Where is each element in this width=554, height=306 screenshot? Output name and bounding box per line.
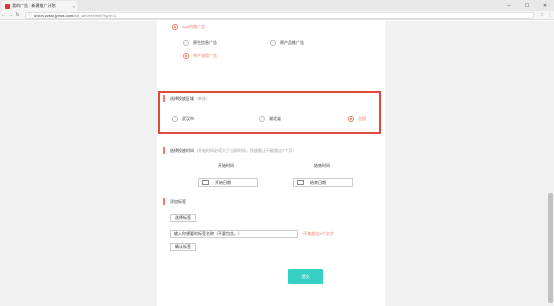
radio-icon xyxy=(270,40,276,46)
scrollbar-thumb[interactable] xyxy=(548,193,553,303)
schedule-section-title: 选择投放时间（开始时间必须大于当前时间，投放截止不能超过7个月） xyxy=(170,148,297,153)
form-panel xyxy=(157,21,385,306)
radio-icon xyxy=(172,116,178,122)
page-background xyxy=(0,21,554,306)
address-bar: ← → ↻ ⓘ union.zzsrc.jpbcs.com/ ad_server… xyxy=(0,11,554,20)
submit-button[interactable]: 提交 xyxy=(288,269,323,284)
maximize-icon[interactable]: ☐ xyxy=(518,0,536,11)
tag-limit-hint: *不能超过6个文字 xyxy=(302,231,334,236)
url-input[interactable]: ⓘ union.zzsrc.jpbcs.com/ ad_server/html/… xyxy=(25,11,534,19)
ad-type-main-option[interactable]: App内推广告 xyxy=(172,24,205,30)
region-label: 湖北省 xyxy=(269,116,281,121)
forward-icon[interactable]: → xyxy=(7,12,14,18)
section-marker xyxy=(163,147,165,154)
close-window-icon[interactable]: ✕ xyxy=(536,0,554,11)
reload-icon[interactable]: ↻ xyxy=(14,12,21,18)
tags-section-title: 添加标签 xyxy=(170,199,186,204)
ad-subtype-option-2[interactable]: 原产品推广告 xyxy=(270,40,304,46)
end-date-picker[interactable]: 结束日期 xyxy=(293,178,353,187)
ad-subtype-label: 原生信息广告 xyxy=(193,40,217,45)
ad-subtype-option-1[interactable]: 原生信息广告 xyxy=(183,40,217,46)
tab-close-icon[interactable]: × xyxy=(73,4,77,9)
url-host: union.zzsrc.jpbcs.com/ xyxy=(34,12,75,18)
calendar-icon xyxy=(202,180,209,185)
ad-subtype-label: 原产品推广告 xyxy=(280,40,304,45)
radio-icon xyxy=(259,116,265,122)
region-label: 全国 xyxy=(358,116,366,121)
back-icon[interactable]: ← xyxy=(0,12,7,18)
end-time-label: 结束时间 xyxy=(314,163,330,168)
browser-menu-icon[interactable]: ⋮ xyxy=(546,12,554,18)
region-section-title: 选择投放区域（单选） xyxy=(170,96,210,101)
choose-tag-button[interactable]: 选择标签 xyxy=(170,214,196,222)
radio-icon xyxy=(348,116,354,122)
radio-icon xyxy=(183,53,189,59)
favicon-icon xyxy=(5,3,10,9)
section-marker xyxy=(163,198,165,205)
start-time-label: 开始时间 xyxy=(218,163,234,168)
tag-name-input[interactable]: 输入你想要的标签名称（不要包含。） xyxy=(170,230,298,238)
radio-icon xyxy=(172,24,178,30)
region-label: 武汉市 xyxy=(182,116,194,121)
bookmark-star-icon[interactable]: ☆ xyxy=(538,12,546,18)
browser-tab-bar: 我的广告 · 新建推广计划 × ─ ☐ ✕ xyxy=(0,0,554,11)
radio-icon xyxy=(183,40,189,46)
region-option-wuhan[interactable]: 武汉市 xyxy=(172,116,194,122)
ad-type-main-label: App内推广告 xyxy=(182,24,206,29)
confirm-tag-button[interactable]: 确认标签 xyxy=(170,243,196,251)
section-marker xyxy=(163,95,165,102)
browser-tab[interactable]: 我的广告 · 新建推广计划 × xyxy=(2,1,77,11)
url-path: ad_server/html/?type=1 xyxy=(74,12,117,18)
region-option-hubei[interactable]: 湖北省 xyxy=(259,116,281,122)
minimize-icon[interactable]: ─ xyxy=(500,0,518,11)
window-controls: ─ ☐ ✕ xyxy=(500,0,554,11)
info-icon[interactable]: ⓘ xyxy=(28,12,32,18)
ad-subtype-label: 原产流程广告 xyxy=(193,53,217,58)
start-date-picker[interactable]: 开始日期 xyxy=(198,178,258,187)
tab-title: 我的广告 · 新建推广计划 xyxy=(12,3,56,8)
region-option-national[interactable]: 全国 xyxy=(348,116,366,122)
page-scrollbar[interactable] xyxy=(547,21,554,306)
ad-subtype-option-3[interactable]: 原产流程广告 xyxy=(183,53,217,59)
calendar-icon xyxy=(297,180,304,185)
